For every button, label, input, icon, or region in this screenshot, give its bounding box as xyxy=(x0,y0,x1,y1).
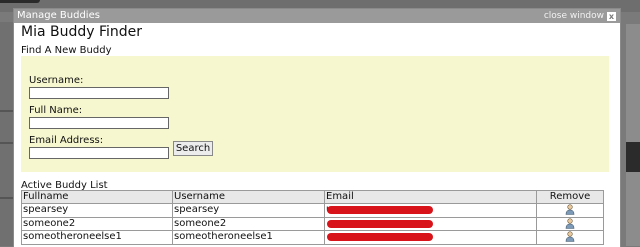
find-buddy-heading: Find A New Buddy xyxy=(21,45,112,56)
row-fullname: spearsey xyxy=(21,203,173,218)
table-row: someotheroneelse1 someotheroneelse1 xyxy=(21,230,604,245)
row-email xyxy=(324,230,537,245)
remove-buddy-button[interactable] xyxy=(536,230,604,245)
row-username: spearsey xyxy=(172,203,325,218)
username-input[interactable] xyxy=(29,87,169,99)
person-icon[interactable] xyxy=(564,231,576,242)
background-left-strip xyxy=(0,22,13,246)
fullname-label: Full Name: xyxy=(29,105,83,116)
email-redaction xyxy=(327,219,433,228)
username-label: Username: xyxy=(29,75,84,86)
row-fullname: someotheroneelse1 xyxy=(21,230,173,245)
remove-buddy-button[interactable] xyxy=(536,216,604,231)
buddy-table: Fullname Username Email Remove spearsey … xyxy=(21,190,604,245)
remove-buddy-button[interactable] xyxy=(536,203,604,218)
row-fullname: someone2 xyxy=(21,216,173,231)
row-email: u xyxy=(324,203,537,218)
search-panel: Username: Full Name: Email Address: Sear… xyxy=(21,56,609,172)
background-divider xyxy=(0,197,13,199)
row-username: someotheroneelse1 xyxy=(172,230,325,245)
background-dark-block xyxy=(626,142,640,172)
manage-buddies-window: Manage Buddies close window x Mia Buddy … xyxy=(13,8,621,247)
background-right-strip xyxy=(626,24,640,246)
search-button[interactable]: Search xyxy=(173,141,213,156)
table-header-row: Fullname Username Email Remove xyxy=(21,190,604,204)
email-redaction xyxy=(327,233,433,241)
table-row: spearsey spearsey u xyxy=(21,203,604,218)
page-title: Mia Buddy Finder xyxy=(21,24,143,40)
row-email xyxy=(324,216,537,231)
email-label: Email Address: xyxy=(29,135,104,146)
window-titlebar[interactable]: Manage Buddies close window x xyxy=(14,9,620,23)
row-username: someone2 xyxy=(172,216,325,231)
background-divider xyxy=(0,142,13,144)
close-window-label[interactable]: close window xyxy=(544,9,604,23)
close-window-control[interactable]: close window x xyxy=(544,9,616,23)
column-header-fullname: Fullname xyxy=(21,190,173,204)
column-header-username: Username xyxy=(172,190,325,204)
email-redaction xyxy=(327,206,433,214)
person-icon[interactable] xyxy=(564,217,576,229)
fullname-input[interactable] xyxy=(29,117,169,129)
person-icon[interactable] xyxy=(564,204,576,215)
table-row: someone2 someone2 xyxy=(21,216,604,231)
column-header-email: Email xyxy=(324,190,537,204)
background-divider xyxy=(0,110,13,112)
email-input[interactable] xyxy=(29,147,169,159)
close-icon[interactable]: x xyxy=(607,11,616,21)
window-title: Manage Buddies xyxy=(17,10,100,21)
column-header-remove: Remove xyxy=(536,190,604,204)
background-decoration xyxy=(0,0,40,3)
